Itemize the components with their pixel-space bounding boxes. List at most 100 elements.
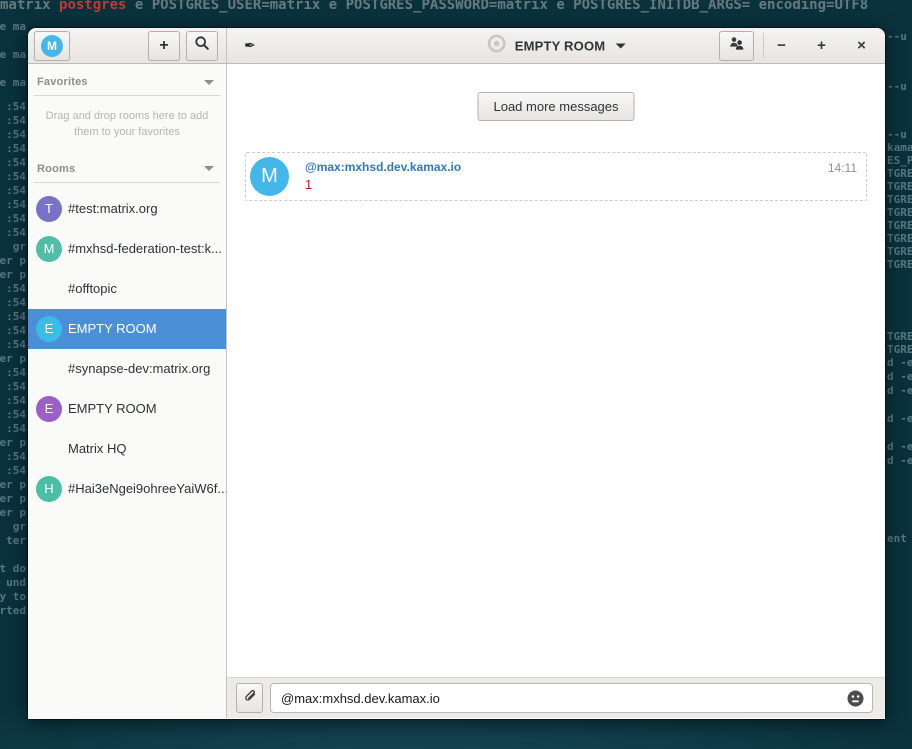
terminal-text-fragment: :54	[6, 338, 26, 351]
terminal-text-fragment: :54	[6, 422, 26, 435]
terminal-text-fragment: postgres	[59, 0, 126, 13]
room-title-dropdown[interactable]: EMPTY ROOM	[487, 33, 626, 58]
terminal-text-fragment: TGRE	[887, 167, 912, 180]
terminal-text-fragment: d -e	[887, 370, 912, 383]
room-name: #offtopic	[68, 281, 117, 296]
terminal-text-fragment: :54	[6, 380, 26, 393]
headerbar-separator	[763, 33, 764, 58]
terminal-text-fragment: :54	[6, 310, 26, 323]
terminal-text-fragment: :54	[6, 296, 26, 309]
user-avatar: M	[41, 35, 63, 57]
terminal-text-fragment: ES_P	[887, 154, 912, 167]
room-item[interactable]: M#mxhsd-federation-test:k...	[28, 229, 226, 269]
terminal-text-fragment: :54	[6, 408, 26, 421]
search-button[interactable]	[186, 31, 218, 61]
attach-file-button[interactable]	[236, 683, 263, 713]
terminal-text-fragment: :54	[6, 394, 26, 407]
terminal-left-column: e mae mae ma:54:54:54:54:54:54:54:54:54:…	[0, 0, 27, 749]
terminal-text-fragment: d -e	[887, 412, 912, 425]
close-button[interactable]: ×	[853, 37, 870, 54]
room-item[interactable]: EEMPTY ROOM	[28, 309, 226, 349]
terminal-text-fragment: er p	[0, 254, 26, 267]
terminal-text-fragment: --u	[887, 80, 907, 93]
terminal-text-fragment: :54	[6, 464, 26, 477]
message-input[interactable]	[270, 683, 873, 713]
room-avatar: M	[36, 236, 62, 262]
room-item[interactable]: T#test:matrix.org	[28, 189, 226, 229]
terminal-text-fragment: d -e	[887, 384, 912, 397]
terminal-text-fragment: er p	[0, 506, 26, 519]
app-window: M + ✒	[28, 28, 885, 719]
headerbar-sidebar-section: M +	[28, 28, 227, 63]
message-input-wrap	[270, 683, 873, 713]
room-default-avatar-icon	[487, 33, 507, 58]
message-item: M @max:mxhsd.dev.kamax.io 1 14:11	[245, 152, 867, 201]
terminal-top-line: matrix postgres e POSTGRES_USER=matrix e…	[0, 0, 912, 13]
room-avatar: H	[36, 476, 62, 502]
terminal-text-fragment: :54	[6, 156, 26, 169]
message-content: @max:mxhsd.dev.kamax.io 1	[305, 157, 461, 196]
room-name: EMPTY ROOM	[68, 401, 157, 416]
terminal-text-fragment: :54	[6, 142, 26, 155]
room-name: Matrix HQ	[68, 441, 127, 456]
message-input-bar	[227, 677, 885, 718]
message-sender: @max:mxhsd.dev.kamax.io	[305, 160, 461, 174]
terminal-text-fragment: y to	[0, 590, 26, 603]
message-body: 1	[305, 177, 461, 192]
terminal-text-fragment: e ma	[0, 48, 26, 61]
terminal-text-fragment: rted	[0, 604, 26, 617]
terminal-text-fragment: er p	[0, 478, 26, 491]
user-account-button[interactable]: M	[34, 31, 70, 61]
terminal-text-fragment: gr	[13, 240, 26, 253]
headerbar: M + ✒	[28, 28, 885, 64]
sidebar: Favorites Drag and drop rooms here to ad…	[28, 64, 227, 718]
add-room-button[interactable]: +	[148, 31, 180, 61]
terminal-text-fragment: TGRE	[887, 245, 912, 258]
rooms-section-header[interactable]: Rooms	[34, 151, 220, 183]
paperclip-icon	[242, 688, 258, 709]
chevron-down-icon	[615, 43, 625, 48]
room-avatar: E	[36, 316, 62, 342]
terminal-text-fragment: --u	[887, 128, 907, 141]
load-more-messages-button[interactable]: Load more messages	[477, 92, 634, 121]
minimize-button[interactable]: −	[773, 37, 790, 54]
terminal-text-fragment: er p	[0, 352, 26, 365]
terminal-text-fragment: :54	[6, 212, 26, 225]
pencil-icon[interactable]: ✒	[244, 37, 256, 54]
favorites-label: Favorites	[37, 76, 88, 88]
room-title: EMPTY ROOM	[515, 38, 606, 53]
room-item[interactable]: Matrix HQ	[28, 429, 226, 469]
terminal-right-column: --u--u--ukamaES_PTGRETGRETGRETGRETGRETGR…	[886, 0, 912, 749]
terminal-text-fragment: ent	[887, 532, 907, 545]
room-item[interactable]: H#Hai3eNgei9ohreeYaiW6f...	[28, 469, 226, 509]
room-avatar-placeholder	[36, 356, 62, 382]
terminal-text-fragment: e ma	[0, 20, 26, 33]
room-item[interactable]: EEMPTY ROOM	[28, 389, 226, 429]
room-name: #test:matrix.org	[68, 201, 158, 216]
favorites-drop-hint: Drag and drop rooms here to add them to …	[40, 109, 214, 141]
terminal-text-fragment: :54	[6, 114, 26, 127]
terminal-text-fragment: TGRE	[887, 343, 912, 356]
terminal-text-fragment: e ma	[0, 76, 26, 89]
terminal-text-fragment: :54	[6, 366, 26, 379]
terminal-text-fragment: :54	[6, 226, 26, 239]
room-avatar-placeholder	[36, 436, 62, 462]
maximize-button[interactable]: +	[813, 37, 830, 54]
terminal-text-fragment: :54	[6, 184, 26, 197]
emoji-icon[interactable]	[847, 690, 864, 707]
terminal-text-fragment: und	[6, 576, 26, 589]
terminal-text-fragment: TGRE	[887, 219, 912, 232]
search-icon	[194, 35, 210, 56]
room-members-button[interactable]	[719, 31, 754, 61]
message-avatar: M	[250, 157, 289, 196]
terminal-text-fragment: d -e	[887, 454, 912, 467]
terminal-text-fragment: :54	[6, 450, 26, 463]
rooms-collapse-icon[interactable]	[204, 166, 214, 171]
favorites-collapse-icon[interactable]	[204, 80, 214, 85]
terminal-text-fragment: :54	[6, 324, 26, 337]
favorites-section-header[interactable]: Favorites	[34, 64, 220, 96]
room-item[interactable]: #offtopic	[28, 269, 226, 309]
terminal-text-fragment: TGRE	[887, 330, 912, 343]
room-item[interactable]: #synapse-dev:matrix.org	[28, 349, 226, 389]
terminal-text-fragment: e POSTGRES_USER=matrix e POSTGRES_PASSWO…	[126, 0, 868, 13]
